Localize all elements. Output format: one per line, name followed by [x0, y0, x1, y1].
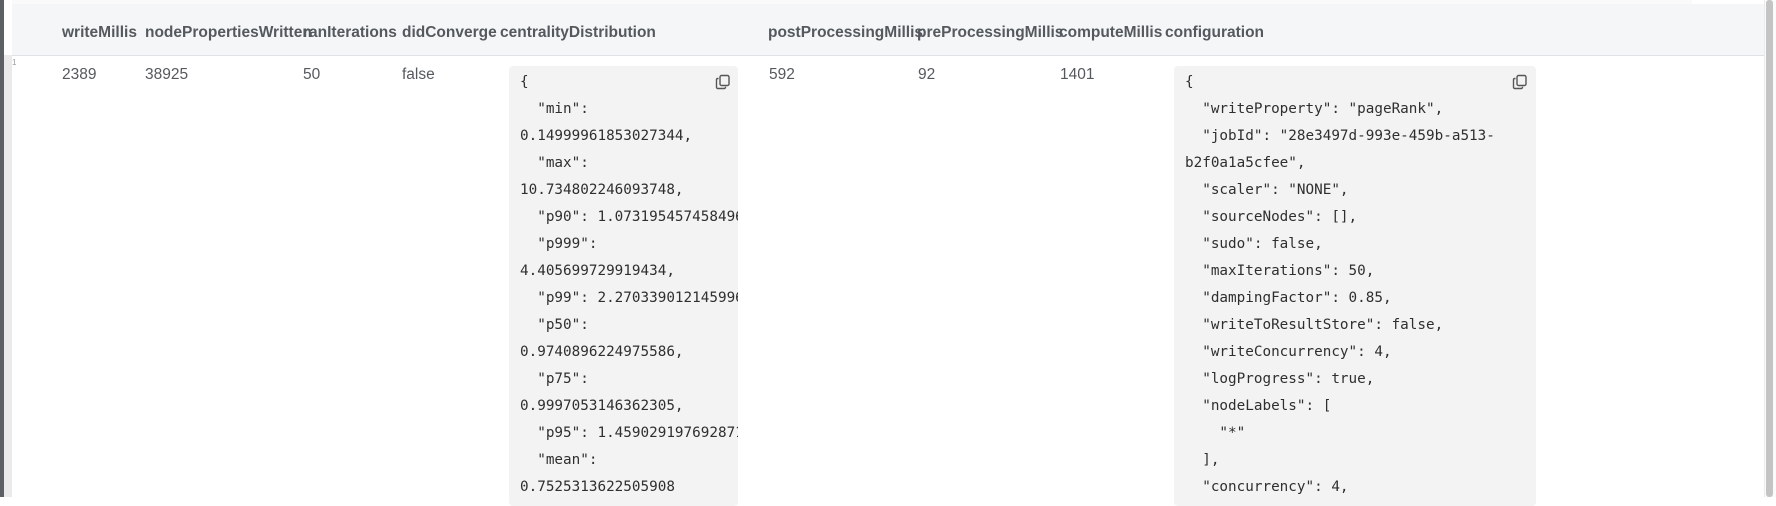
column-header-nodePropertiesWritten[interactable]: nodePropertiesWritten — [145, 24, 312, 42]
code-line: "logProgress": true, — [1185, 371, 1375, 387]
code-line: "nodeLabels": [ — [1185, 398, 1332, 414]
row-gutter — [4, 55, 12, 497]
code-line: "writeConcurrency": 4, — [1185, 344, 1392, 360]
code-line: { — [520, 74, 529, 90]
code-line: "writeToResultStore": false, — [1185, 317, 1444, 333]
code-line: "p99": 2.270339012145996, — [520, 290, 738, 306]
copy-icon[interactable] — [715, 73, 731, 90]
cell-nodePropertiesWritten: 38925 — [145, 66, 189, 83]
row-number: 1 — [12, 58, 17, 67]
cell-computeMillis: 1401 — [1060, 66, 1095, 83]
column-header-didConverge[interactable]: didConverge — [402, 24, 497, 42]
code-line: "p90": 1.073195457458496, — [520, 209, 738, 225]
code-line: 0.9740896224975586, — [520, 344, 684, 360]
code-line: "writeProperty": "pageRank", — [1185, 101, 1444, 117]
code-line: ], — [1185, 452, 1220, 468]
code-line: "dampingFactor": 0.85, — [1185, 290, 1392, 306]
code-line: "scaler": "NONE", — [1185, 182, 1349, 198]
code-line: b2f0a1a5cfee", — [1185, 155, 1306, 171]
code-line: { — [1185, 74, 1194, 90]
configuration-lines: { "writeProperty": "pageRank", "jobId": … — [1185, 69, 1536, 501]
code-line: "sudo": false, — [1185, 236, 1323, 252]
column-header-configuration[interactable]: configuration — [1165, 24, 1264, 42]
cell-ranIterations: 50 — [303, 66, 321, 83]
code-line: "mean": — [520, 452, 598, 468]
column-header-postProcessingMillis[interactable]: postProcessingMillis — [768, 24, 923, 42]
centrality-distribution-code: { "min": 0.14999961853027344, "max": 10.73… — [509, 66, 738, 506]
code-line: "p95": 1.459029197692871, — [520, 425, 738, 441]
column-header-writeMillis[interactable]: writeMillis — [62, 24, 137, 42]
cell-preProcessingMillis: 92 — [918, 66, 936, 83]
copy-icon[interactable] — [1512, 73, 1528, 90]
code-line: "p50": — [520, 317, 589, 333]
cell-postProcessingMillis: 592 — [769, 66, 795, 83]
code-line: 10.734802246093748, — [520, 182, 684, 198]
code-line: 4.405699729919434, — [520, 263, 675, 279]
code-line: "max": — [520, 155, 589, 171]
configuration-code: { "writeProperty": "pageRank", "jobId": … — [1174, 66, 1536, 506]
column-header-computeMillis[interactable]: computeMillis — [1059, 24, 1162, 42]
column-header-preProcessingMillis[interactable]: preProcessingMillis — [917, 24, 1063, 42]
code-line: 0.14999961853027344, — [520, 128, 693, 144]
table-header: writeMillis nodePropertiesWritten ranIte… — [12, 4, 1764, 56]
code-line: "jobId": "28e3497d-993e-459b-a513- — [1185, 128, 1495, 144]
column-header-centralityDistribution[interactable]: centralityDistribution — [500, 24, 656, 42]
code-line: "sourceNodes": [], — [1185, 209, 1358, 225]
cell-didConverge: false — [402, 66, 435, 83]
code-line: "min": — [520, 101, 589, 117]
code-line: "*" — [1185, 425, 1246, 441]
centrality-lines: { "min": 0.14999961853027344, "max": 10.73… — [520, 69, 738, 501]
column-header-ranIterations[interactable]: ranIterations — [303, 24, 397, 42]
code-line: "p75": — [520, 371, 589, 387]
code-line: 0.9997053146362305, — [520, 398, 684, 414]
code-line: "p999": — [520, 236, 598, 252]
cell-writeMillis: 2389 — [62, 66, 97, 83]
code-line: "maxIterations": 50, — [1185, 263, 1375, 279]
scrollbar-thumb[interactable] — [1766, 0, 1773, 497]
